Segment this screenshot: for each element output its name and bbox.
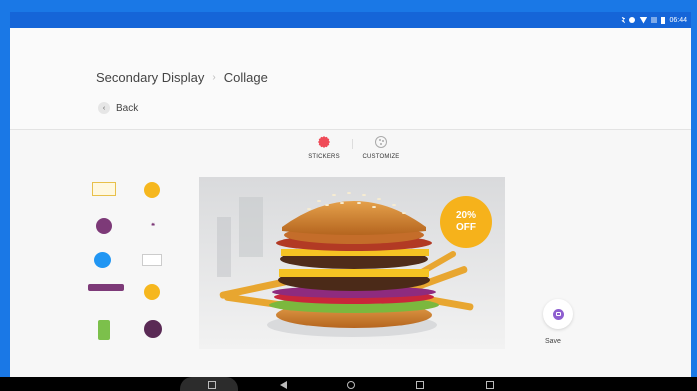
volume-icon[interactable] — [486, 381, 494, 389]
sticker-icon — [318, 136, 330, 148]
back-icon[interactable] — [280, 381, 287, 389]
sticker-grid: ❝ — [86, 180, 176, 352]
discount-badge-line2: OFF — [456, 222, 476, 233]
screenshot-icon[interactable] — [208, 381, 216, 389]
chevron-right-icon: › — [212, 72, 216, 83]
chevron-left-icon: ‹ — [98, 102, 110, 114]
battery-icon — [661, 16, 666, 24]
tab-customize[interactable]: CUSTOMIZE — [359, 136, 403, 160]
page-header: Secondary Display › Collage ‹ Back — [10, 28, 691, 130]
label-sticker-icon[interactable] — [142, 254, 162, 266]
quote-sticker-icon[interactable]: ❝ — [144, 216, 162, 236]
breadcrumb-parent[interactable]: Secondary Display — [96, 70, 204, 85]
bluetooth-icon — [621, 16, 626, 24]
breadcrumb: Secondary Display › Collage — [96, 70, 268, 85]
save-button[interactable] — [543, 299, 573, 329]
yellow-circle-sticker-icon[interactable] — [144, 182, 160, 198]
app-frame: 06:44 Secondary Display › Collage ‹ Back… — [10, 12, 691, 377]
navigation-bar — [0, 377, 697, 391]
recents-icon[interactable] — [416, 381, 424, 389]
signal-icon — [651, 17, 658, 23]
status-bar: 06:44 — [10, 12, 691, 28]
save-icon — [552, 308, 564, 320]
tab-divider — [352, 139, 353, 149]
wifi-icon — [639, 16, 648, 24]
discount-badge-line1: 20% — [455, 210, 476, 221]
purple-band-sticker-icon[interactable] — [88, 284, 124, 291]
home-icon[interactable] — [347, 381, 355, 389]
palette-icon — [375, 136, 387, 148]
save-label: Save — [545, 338, 561, 345]
collage-canvas[interactable]: 20% OFF — [199, 177, 505, 349]
tab-label: STICKERS — [308, 154, 340, 160]
data-saver-icon — [629, 17, 636, 23]
yellow-bubble-sticker-icon[interactable] — [144, 284, 160, 300]
discount-badge[interactable]: 20% OFF — [440, 196, 492, 248]
dark-circle-sticker-icon[interactable] — [144, 320, 162, 338]
rect-badge-sticker-icon[interactable] — [92, 182, 116, 196]
status-time: 06:44 — [669, 16, 687, 24]
tool-tabs: STICKERS CUSTOMIZE — [302, 136, 403, 160]
breadcrumb-current: Collage — [223, 70, 268, 85]
back-label: Back — [116, 102, 139, 114]
blue-bubble-sticker-icon[interactable] — [94, 252, 111, 268]
purple-circle-sticker-icon[interactable] — [96, 218, 112, 234]
back-button[interactable]: ‹ Back — [98, 102, 138, 114]
tab-label: CUSTOMIZE — [362, 154, 400, 160]
tab-stickers[interactable]: STICKERS — [302, 136, 346, 160]
green-tag-sticker-icon[interactable] — [98, 320, 110, 340]
